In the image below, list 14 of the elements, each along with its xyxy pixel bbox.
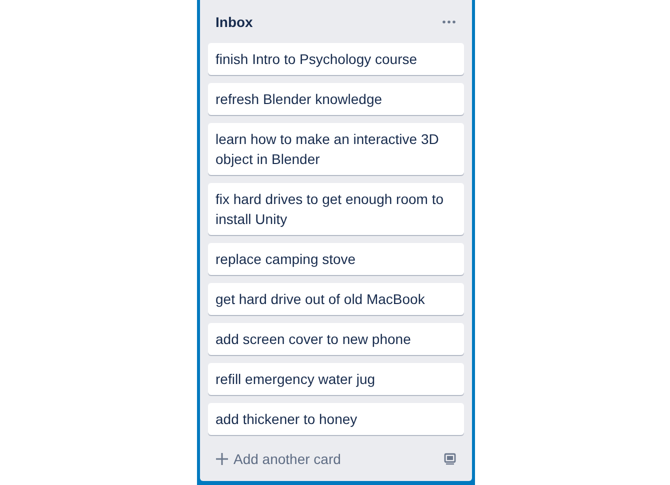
card[interactable]: refresh Blender knowledge [208, 83, 464, 115]
card[interactable]: fix hard drives to get enough room to install Unity [208, 183, 464, 235]
card[interactable]: add thickener to honey [208, 403, 464, 435]
card[interactable]: finish Intro to Psychology course [208, 43, 464, 75]
card[interactable]: add screen cover to new phone [208, 323, 464, 355]
template-icon[interactable] [444, 453, 456, 465]
card[interactable]: refill emergency water jug [208, 363, 464, 395]
plus-icon [216, 453, 228, 465]
card[interactable]: get hard drive out of old MacBook [208, 283, 464, 315]
card[interactable]: replace camping stove [208, 243, 464, 275]
add-card-button[interactable]: Add another card [208, 445, 345, 473]
list-title[interactable]: Inbox [216, 14, 253, 30]
more-icon[interactable] [442, 20, 456, 24]
card[interactable]: learn how to make an interactive 3D object in Blender [208, 123, 464, 175]
